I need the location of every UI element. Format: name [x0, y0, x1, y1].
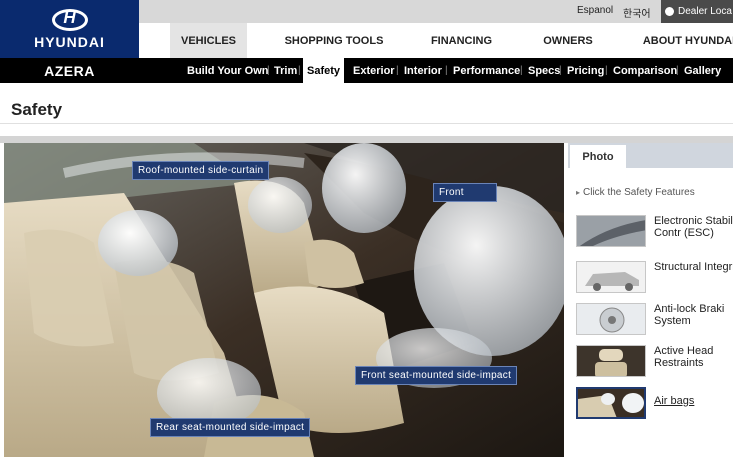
subnav-separator: | [676, 65, 679, 76]
feature-esc[interactable]: Electronic Stability Contr (ESC) [576, 215, 733, 249]
interior-airbag-photo: Roof-mounted side-curtain Front Front se… [4, 143, 564, 457]
model-sub-nav: AZERA Build Your Own | Trim | Safety Ext… [0, 58, 733, 83]
feature-abs[interactable]: Anti-lock Braki System [576, 303, 733, 337]
subnav-separator: | [396, 65, 399, 76]
dealer-locator-icon [665, 7, 674, 16]
feature-structural-integrity[interactable]: Structural Integrity [576, 261, 733, 295]
model-name: AZERA [44, 62, 95, 79]
subnav-separator: | [520, 65, 523, 76]
page-title: Safety [11, 100, 63, 119]
feature-active-head-restraints[interactable]: Active Head Restraints [576, 345, 733, 379]
airbag-thumb-icon [576, 387, 646, 419]
nav-financing[interactable]: FINANCING [419, 23, 504, 58]
content-top-strip [0, 136, 733, 143]
feature-label: Active Head Restraints [654, 345, 714, 369]
subnav-build-your-own[interactable]: Build Your Own [187, 58, 268, 83]
page: HYUNDAI Espanol 한국어 Dealer Loca VEHICLES… [0, 0, 733, 457]
esc-road-thumb-icon [576, 215, 646, 247]
subnav-pricing[interactable]: Pricing [567, 58, 604, 83]
nav-owners[interactable]: OWNERS [537, 23, 599, 58]
dealer-locator-label: Dealer Loca [678, 6, 732, 17]
hyundai-logo[interactable]: HYUNDAI [0, 0, 139, 58]
subnav-performance[interactable]: Performance [453, 58, 520, 83]
subnav-comparison[interactable]: Comparison [613, 58, 677, 83]
utility-bar: Espanol 한국어 Dealer Loca [139, 0, 733, 23]
feature-label: Electronic Stability Contr (ESC) [654, 215, 733, 239]
callout-front-airbag: Front [433, 183, 497, 202]
callout-rear-side-impact: Rear seat-mounted side-impact [150, 418, 311, 437]
callout-roof-curtain: Roof-mounted side-curtain [132, 161, 270, 180]
panel-tabbar: Photo [568, 143, 733, 168]
safety-features-panel: Photo Click the Safety Features Electron… [568, 143, 733, 457]
subnav-separator: | [445, 65, 448, 76]
car-frame-thumb-icon [576, 261, 646, 293]
brand-name: HYUNDAI [34, 33, 105, 50]
nav-shopping-tools[interactable]: SHOPPING TOOLS [279, 23, 389, 58]
subnav-separator: | [559, 65, 562, 76]
nav-about-hyundai[interactable]: ABOUT HYUNDAI [643, 23, 733, 58]
subnav-trim[interactable]: Trim [274, 58, 297, 83]
subnav-specs[interactable]: Specs [528, 58, 560, 83]
subnav-separator: | [298, 65, 301, 76]
subnav-interior[interactable]: Interior [404, 58, 442, 83]
subnav-safety[interactable]: Safety [303, 58, 345, 83]
subnav-separator: | [267, 65, 270, 76]
espanol-link[interactable]: Espanol [577, 5, 613, 16]
hyundai-emblem-icon [51, 8, 88, 31]
feature-label: Structural Integrity [654, 261, 733, 273]
tab-photo[interactable]: Photo [570, 145, 626, 168]
feature-label: Anti-lock Braki System [654, 303, 725, 327]
primary-nav: VEHICLES SHOPPING TOOLS FINANCING OWNERS… [139, 23, 733, 58]
nav-vehicles[interactable]: VEHICLES [170, 23, 247, 58]
subnav-exterior[interactable]: Exterior [353, 58, 395, 83]
korean-link[interactable]: 한국어 [623, 5, 651, 20]
subnav-separator: | [605, 65, 608, 76]
dealer-locator-button[interactable]: Dealer Loca [661, 0, 733, 23]
callout-front-side-impact: Front seat-mounted side-impact [355, 366, 518, 385]
click-features-prompt: Click the Safety Features [576, 187, 695, 198]
feature-air-bags[interactable]: Air bags [576, 387, 733, 421]
head-restraint-thumb-icon [576, 345, 646, 377]
subnav-gallery[interactable]: Gallery [684, 58, 721, 83]
feature-label: Air bags [654, 395, 695, 407]
title-divider [0, 123, 733, 124]
brake-disc-thumb-icon [576, 303, 646, 335]
